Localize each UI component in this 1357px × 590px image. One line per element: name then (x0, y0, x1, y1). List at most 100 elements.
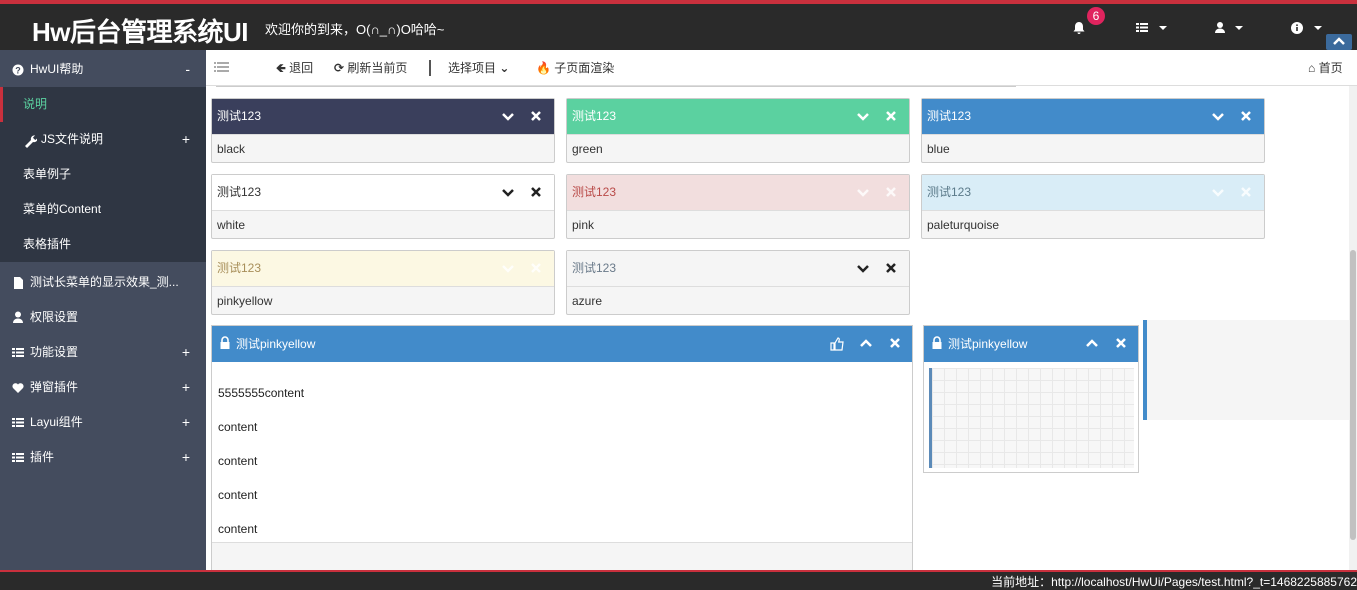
expand-toggle[interactable]: + (182, 370, 190, 405)
close-icon[interactable] (883, 99, 899, 134)
card-body: pinkyellow (212, 286, 554, 314)
panel-left: 测试pinkyellow 5555555content content cont… (211, 325, 913, 570)
close-icon[interactable] (528, 175, 544, 210)
toolbar-divider (429, 60, 431, 76)
subpage-render-button[interactable]: 🔥 子页面渲染 (536, 50, 614, 86)
chevron-down-icon[interactable] (1210, 99, 1226, 134)
chevron-down-icon[interactable] (855, 175, 871, 210)
file-icon (12, 265, 26, 300)
refresh-button[interactable]: ⟳ 刷新当前页 (334, 50, 407, 86)
brand-title: Hw后台管理系统UI (32, 17, 249, 47)
panel-footer (212, 542, 912, 570)
color-card: 测试123 blue (921, 98, 1265, 163)
sidebar-item-permissions[interactable]: 权限设置 (0, 300, 206, 335)
grid-placeholder (929, 368, 1134, 468)
svg-text:?: ? (15, 66, 21, 76)
chevron-down-icon[interactable] (500, 99, 516, 134)
chevron-down-icon[interactable] (500, 251, 516, 286)
sidebar-subitem-form-examples[interactable]: 表单例子 (0, 157, 206, 192)
card-title: 测试123 (572, 109, 617, 123)
card-body: azure (567, 286, 909, 314)
sidebar-item-label: 插件 (30, 450, 55, 464)
sidebar-item-hwui-help[interactable]: ? HwUI帮助 - (0, 52, 206, 87)
close-icon[interactable] (888, 326, 902, 362)
sidebar-item-features[interactable]: 功能设置 + (0, 335, 206, 370)
info-icon (1291, 22, 1322, 34)
divider (216, 86, 1016, 87)
collapse-toggle[interactable]: - (185, 52, 190, 87)
color-card: 测试123 paleturquoise (921, 174, 1265, 239)
home-button[interactable]: ⌂ 首页 (1308, 50, 1343, 86)
card-body: white (212, 210, 554, 238)
sidebar-item-plugins[interactable]: 插件 + (0, 440, 206, 475)
sidebar-item-label: HwUI帮助 (30, 62, 84, 76)
user-icon (12, 300, 26, 335)
back-button[interactable]: 🡸 退回 (276, 50, 313, 86)
card-title: 测试123 (927, 185, 972, 199)
close-icon[interactable] (1238, 99, 1254, 134)
expand-toggle[interactable]: + (182, 405, 190, 440)
card-title: 测试123 (927, 109, 972, 123)
list-icon (12, 440, 26, 475)
close-icon[interactable] (528, 251, 544, 286)
card-title: 测试123 (572, 261, 617, 275)
close-icon[interactable] (1114, 326, 1128, 362)
tasks-dropdown[interactable] (1135, 15, 1171, 41)
home-icon: ⌂ (1308, 61, 1316, 75)
sidebar-subitem-table-plugin[interactable]: 表格插件 (0, 227, 206, 262)
close-icon[interactable] (883, 251, 899, 286)
card-body: pink (567, 210, 909, 238)
close-icon[interactable] (1238, 175, 1254, 210)
sidebar-item-label: 表格插件 (23, 237, 72, 251)
sidebar-item-label: 测试长菜单的显示效果_测... (30, 275, 179, 289)
card-header: 测试123 (567, 99, 909, 134)
chevron-down-icon[interactable] (1210, 175, 1226, 210)
sidebar-toggle-button[interactable] (214, 50, 230, 86)
chevron-down-icon[interactable] (855, 99, 871, 134)
sidebar-item-label: 功能设置 (30, 345, 79, 359)
expand-toggle[interactable]: + (182, 122, 190, 157)
expand-toggle[interactable]: + (182, 335, 190, 370)
close-icon[interactable] (528, 99, 544, 134)
content-line: content (218, 420, 258, 434)
card-header: 测试123 (212, 99, 554, 134)
card-title: 测试123 (217, 185, 262, 199)
info-dropdown[interactable] (1290, 15, 1326, 41)
sidebar-subitem-instructions[interactable]: 说明 (0, 87, 206, 122)
card-header: 测试123 (212, 251, 554, 286)
wrench-icon (23, 122, 37, 157)
card-header: 测试123 (922, 99, 1264, 134)
chevron-up-icon[interactable] (1085, 326, 1099, 362)
scrollbar-thumb[interactable] (1350, 250, 1356, 540)
close-icon[interactable] (883, 175, 899, 210)
sidebar-subitem-menu-content[interactable]: 菜单的Content (0, 192, 206, 227)
content-line: content (218, 488, 258, 502)
chevron-down-icon[interactable] (500, 175, 516, 210)
expand-toggle[interactable]: + (182, 440, 190, 475)
card-body: black (212, 134, 554, 162)
color-card: 测试123 black (211, 98, 555, 163)
heart-icon (12, 370, 26, 405)
chevron-up-icon[interactable] (859, 326, 873, 362)
sidebar-item-layui[interactable]: Layui组件 + (0, 405, 206, 440)
select-project-dropdown[interactable]: 选择项目 ⌄ (448, 50, 509, 86)
chevron-down-icon[interactable] (855, 251, 871, 286)
scroll-up-button[interactable] (1326, 34, 1352, 50)
notification-button[interactable] (1072, 15, 1086, 41)
user-dropdown[interactable] (1213, 15, 1249, 41)
sidebar-subitem-js-docs[interactable]: JS文件说明 + (0, 122, 206, 157)
side-strip (1143, 320, 1349, 420)
chevron-up-icon (1333, 37, 1345, 45)
lock-icon (219, 326, 231, 362)
thumbs-up-icon[interactable] (830, 326, 844, 362)
list-icon (12, 335, 26, 370)
sidebar-item-popup-plugin[interactable]: 弹窗插件 + (0, 370, 206, 405)
card-body: paleturquoise (922, 210, 1264, 238)
sidebar-item-label: 弹窗插件 (30, 380, 79, 394)
color-card: 测试123 green (566, 98, 910, 163)
list-icon (12, 405, 26, 440)
question-circle-icon: ? (12, 52, 26, 87)
panel-right: 测试pinkyellow (923, 325, 1139, 473)
color-card: 测试123 white (211, 174, 555, 239)
sidebar-item-long-menu[interactable]: 测试长菜单的显示效果_测... (0, 265, 206, 300)
